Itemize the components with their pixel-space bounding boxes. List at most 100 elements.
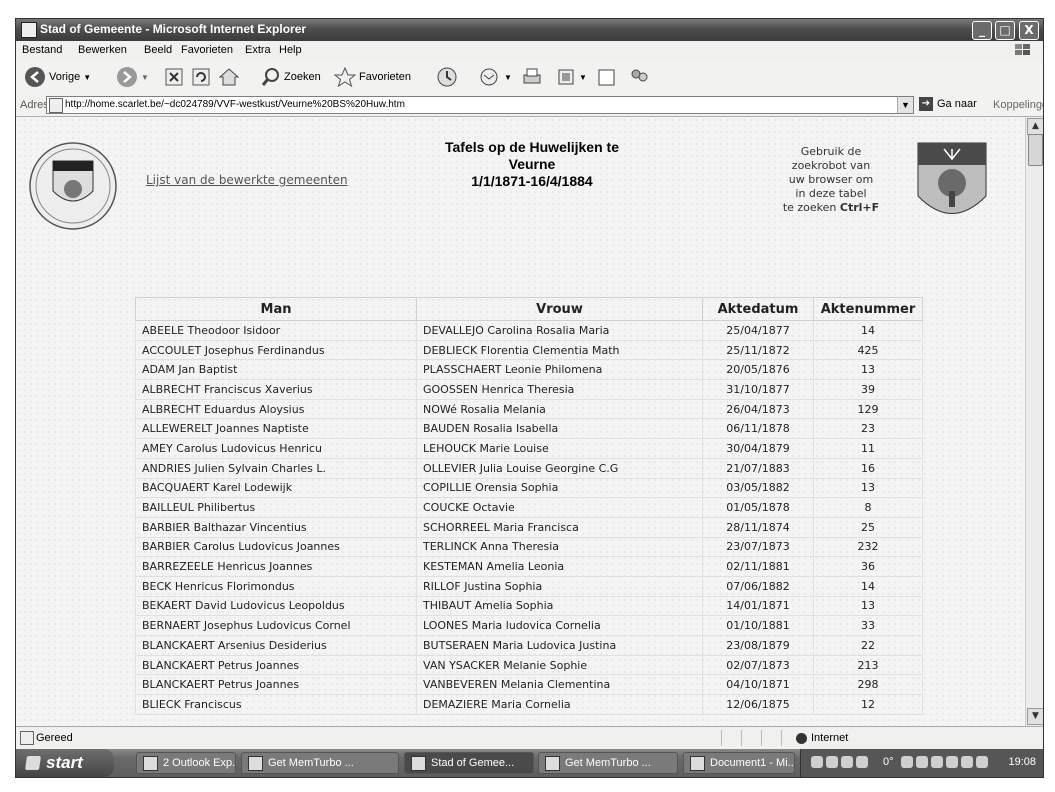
close-button[interactable]: X (1019, 21, 1039, 40)
forward-dropdown-icon[interactable]: ▼ (141, 73, 149, 82)
search-hint: Gebruik de zoekrobot van uw browser om i… (766, 145, 896, 215)
mail-dropdown-icon[interactable]: ▼ (504, 73, 512, 82)
tray-arrow-icon[interactable] (811, 756, 823, 768)
page-title: Tafels op de Huwelijken te Veurne 1/1/18… (386, 139, 678, 190)
messenger-button[interactable] (628, 66, 650, 88)
cell-man: BARBIER Balthazar Vincentius (135, 516, 417, 538)
home-button[interactable] (218, 66, 240, 88)
address-bar: Adres http://home.scarlet.be/~dc024789/V… (16, 94, 1043, 117)
cell-vrouw: OLLEVIER Julia Louise Georgine C.G (416, 457, 703, 479)
menu-beeld[interactable]: Beeld (144, 44, 172, 56)
tray-security-icon[interactable] (856, 756, 868, 768)
tray-messenger-icon[interactable] (841, 756, 853, 768)
back-dropdown-icon[interactable]: ▼ (83, 73, 91, 82)
cell-aktenummer: 13 (813, 595, 923, 617)
taskbar-button[interactable]: Stad of Gemee... (404, 752, 534, 774)
table-row: ANDRIES Julien Sylvain Charles L. OLLEVIE… (135, 457, 923, 479)
table-row: BARBIER Carolus Ludovicus Joannes TERLINC… (135, 536, 923, 558)
municipalities-list-link[interactable]: Lijst van de bewerkte gemeenten (146, 173, 348, 187)
cell-vrouw: COPILLIE Orensia Sophia (416, 477, 703, 499)
zone-label: Internet (811, 732, 849, 744)
menu-bestand[interactable]: Bestand (22, 44, 62, 56)
cell-man: BLANCKAERT Arsenius Desiderius (135, 635, 417, 656)
tray-network-icon[interactable] (826, 756, 838, 768)
favorites-button[interactable]: Favorieten (334, 66, 411, 88)
cell-man: BARBIER Carolus Ludovicus Joannes (135, 536, 417, 558)
cell-vrouw: DEMAZIERE Maria Cornelia (416, 694, 703, 715)
forward-button[interactable]: ▼ (116, 66, 149, 88)
stop-icon (165, 68, 183, 86)
cell-aktenummer: 12 (813, 694, 923, 715)
cell-vrouw: LEHOUCK Marie Louise (416, 438, 703, 459)
scroll-up-icon[interactable]: ▲ (1027, 118, 1043, 135)
cell-man: ALBRECHT Eduardus Aloysius (135, 398, 417, 420)
vertical-scrollbar[interactable]: ▲ ▼ (1025, 117, 1043, 726)
menu-extra[interactable]: Extra (245, 44, 271, 56)
print-button[interactable] (521, 66, 543, 88)
tray-volume-icon[interactable] (961, 756, 973, 768)
cell-aktedatum: 31/10/1877 (702, 379, 814, 400)
menu-bewerken[interactable]: Bewerken (78, 44, 127, 56)
cell-aktedatum: 07/06/1882 (702, 575, 814, 597)
windows-logo-icon (1015, 44, 1030, 55)
address-input[interactable]: http://home.scarlet.be/~dc024789/VVF-wes… (46, 96, 914, 114)
status-divider (781, 730, 782, 746)
address-url[interactable]: http://home.scarlet.be/~dc024789/VVF-wes… (65, 99, 405, 110)
cell-aktenummer: 425 (813, 339, 923, 361)
title-line-1: Tafels op de Huwelijken te (444, 139, 619, 155)
tray-mail-icon[interactable] (976, 756, 988, 768)
table-row: BEKAERT David Ludovicus Leopoldus THIBAUT… (135, 595, 923, 617)
taskbar-button[interactable]: Document1 - Mi... (683, 752, 795, 774)
minimize-button[interactable]: _ (972, 21, 992, 40)
taskbar-button-label: 2 Outlook Exp... (163, 757, 236, 769)
edit-button[interactable]: ▼ (556, 66, 587, 88)
history-button[interactable] (436, 66, 458, 88)
cell-aktedatum: 28/11/1874 (702, 516, 814, 538)
maximize-button[interactable]: □ (995, 21, 1015, 40)
edit-dropdown-icon[interactable]: ▼ (579, 73, 587, 82)
scroll-thumb[interactable] (1028, 134, 1043, 166)
cell-aktenummer: 11 (813, 438, 923, 459)
ie-app-icon[interactable] (21, 22, 37, 38)
status-text: Gereed (36, 732, 73, 744)
cell-man: BLIECK Franciscus (135, 694, 417, 715)
links-toolbar[interactable]: Koppelingen (993, 99, 1043, 111)
go-button[interactable]: ➔ Ga naar (919, 97, 977, 111)
tray-lock-icon[interactable] (901, 756, 913, 768)
address-dropdown-icon[interactable]: ▼ (897, 97, 913, 113)
hint-line-1: Gebruik de (800, 145, 862, 158)
tray-app-icon[interactable] (946, 756, 958, 768)
header-man: Man (135, 297, 417, 321)
taskbar-button[interactable]: Get MemTurbo ... (538, 752, 678, 774)
tray-app-icon[interactable] (931, 756, 943, 768)
cell-vrouw: VAN YSACKER Melanie Sophie (416, 654, 703, 676)
cell-man: ABEELE Theodoor Isidoor (135, 320, 417, 341)
taskbar-button[interactable]: 2 Outlook Exp... (136, 752, 236, 774)
ie-icon (545, 755, 560, 771)
title-bar[interactable]: Stad of Gemeente - Microsoft Internet Ex… (16, 19, 1043, 41)
page-icon (49, 98, 63, 113)
cell-vrouw: COUCKE Octavie (416, 497, 703, 518)
taskbar-button[interactable]: Get MemTurbo ... (241, 752, 399, 774)
status-bar: Gereed Internet (16, 726, 1043, 749)
scroll-down-icon[interactable]: ▼ (1027, 708, 1043, 725)
mail-button[interactable]: ▼ (479, 66, 512, 88)
hint-line-5: te zoeken Ctrl+F (766, 201, 896, 215)
title-line-2: Veurne (508, 156, 556, 172)
svvf-logo (29, 142, 117, 230)
system-tray: 0° 19:08 (800, 749, 1043, 777)
discuss-icon (598, 69, 615, 86)
cell-man: ADAM Jan Baptist (135, 359, 417, 381)
hint-line-3: uw browser om (788, 173, 874, 186)
stop-button[interactable] (164, 66, 184, 88)
refresh-button[interactable] (191, 66, 211, 88)
search-button[interactable]: Zoeken (261, 66, 321, 88)
tray-app-icon[interactable] (916, 756, 928, 768)
search-label: Zoeken (284, 71, 321, 83)
cell-aktedatum: 14/01/1871 (702, 595, 814, 617)
start-button[interactable]: start (16, 749, 114, 777)
menu-favorieten[interactable]: Favorieten (181, 44, 233, 56)
menu-help[interactable]: Help (279, 44, 302, 56)
discuss-button[interactable] (596, 66, 618, 88)
back-button[interactable]: Vorige ▼ (24, 66, 91, 88)
